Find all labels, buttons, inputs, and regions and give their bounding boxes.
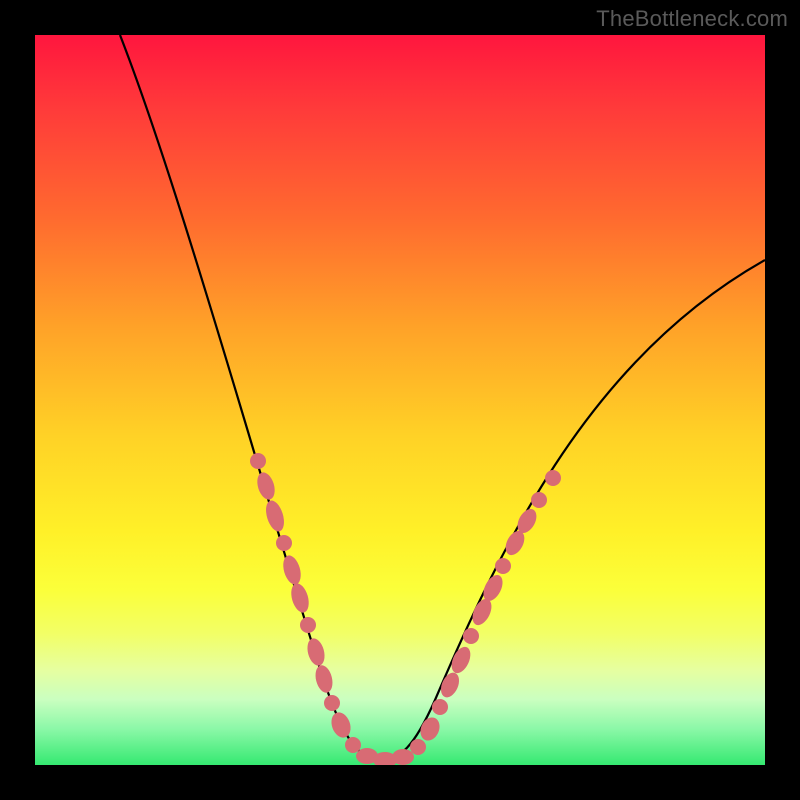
chart-frame: TheBottleneck.com	[0, 0, 800, 800]
watermark-text: TheBottleneck.com	[596, 6, 788, 32]
marker-group-left-descent	[250, 453, 340, 711]
plot-area	[35, 35, 765, 765]
bottleneck-curve-svg	[35, 35, 765, 765]
bottleneck-curve	[120, 35, 765, 760]
marker-group-right-ascent	[432, 470, 561, 715]
